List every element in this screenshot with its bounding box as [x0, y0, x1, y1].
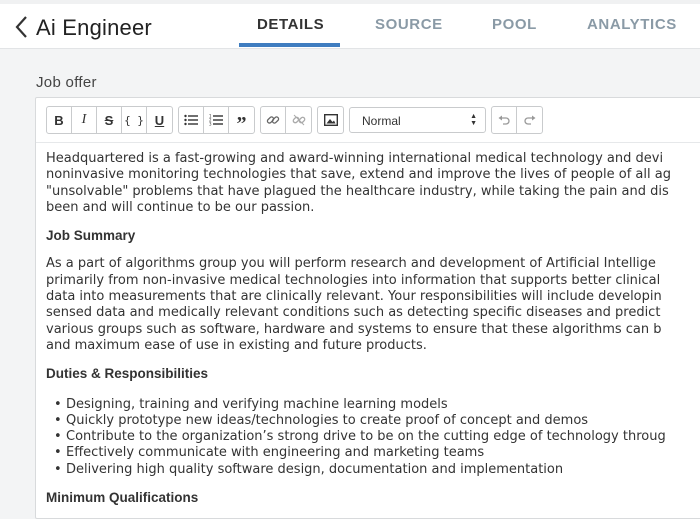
- page-title: Ai Engineer: [36, 15, 152, 40]
- active-tab-indicator: [239, 43, 340, 47]
- tab-details[interactable]: DETAILS: [257, 16, 324, 33]
- intro-line: Headquartered is a fast-growing and awar…: [46, 151, 664, 166]
- svg-text:3: 3: [209, 122, 212, 127]
- toolbar-divider: [36, 142, 700, 143]
- list-item: Quickly prototype new ideas/technologies…: [54, 413, 700, 430]
- job-summary-heading: Job Summary: [46, 228, 136, 244]
- section-label: Job offer: [36, 74, 97, 91]
- list-item: Designing, training and verifying machin…: [54, 397, 700, 414]
- duties-list: Designing, training and verifying machin…: [46, 397, 700, 479]
- tab-source[interactable]: SOURCE: [375, 16, 443, 33]
- summary-line: various groups such as software, hardwar…: [46, 321, 662, 337]
- bold-icon[interactable]: B: [47, 107, 72, 133]
- intro-line: noninvasive monitoring technologies that…: [46, 167, 671, 183]
- select-arrows-icon: ▲ ▼: [470, 113, 477, 127]
- summary-line: data into measurements that are clinical…: [46, 289, 662, 305]
- back-chevron-icon[interactable]: [12, 14, 34, 40]
- italic-icon[interactable]: I: [72, 107, 97, 133]
- bullet-list-icon[interactable]: [179, 107, 204, 133]
- summary-line: sensed data and medically relevant condi…: [46, 305, 661, 321]
- blockquote-icon[interactable]: ”: [229, 107, 254, 135]
- block-format-value: Normal: [362, 114, 401, 128]
- numbered-list-icon[interactable]: 123: [204, 107, 229, 133]
- code-icon[interactable]: { }: [122, 107, 147, 133]
- summary-line: and maximum ease of use in existing and …: [46, 337, 427, 353]
- list-item: Delivering high quality software design,…: [54, 462, 700, 479]
- link-group: [260, 106, 312, 134]
- list-item: Effectively communicate with engineering…: [54, 445, 700, 462]
- history-group: [491, 106, 543, 134]
- tab-analytics[interactable]: ANALYTICS: [587, 16, 677, 33]
- block-format-select[interactable]: Normal ▲ ▼: [349, 107, 486, 133]
- image-icon[interactable]: [318, 107, 343, 133]
- qualifications-heading: Minimum Qualifications: [46, 490, 199, 506]
- intro-line: been and will continue to be our passion…: [46, 199, 315, 215]
- intro-line: "unsolvable" problems that have plagued …: [46, 183, 669, 199]
- block-group: 123 ”: [178, 106, 255, 135]
- summary-line: primarily from non-invasive medical tech…: [46, 272, 661, 288]
- top-bar: Ai Engineer DETAILS SOURCE POOL ANALYTIC…: [0, 0, 700, 49]
- list-item: Contribute to the organization’s strong …: [54, 429, 700, 446]
- underline-icon[interactable]: U: [147, 107, 172, 133]
- media-group: [317, 106, 344, 134]
- text-style-group: B I S { } U: [46, 106, 173, 134]
- rich-text-editor[interactable]: B I S { } U 123 ” Normal ▲ ▼ Headquarter…: [35, 97, 700, 519]
- undo-icon[interactable]: [492, 107, 517, 133]
- unlink-icon[interactable]: [286, 107, 311, 133]
- editor-toolbar: B I S { } U 123 ” Normal ▲ ▼: [46, 106, 548, 135]
- summary-line: As a part of algorithms group you will p…: [46, 256, 656, 272]
- editor-content[interactable]: Headquartered is a fast-growing and awar…: [46, 151, 700, 506]
- duties-heading: Duties & Responsibilities: [46, 366, 209, 382]
- strikethrough-icon[interactable]: S: [97, 107, 122, 133]
- redo-icon[interactable]: [517, 107, 542, 133]
- tab-pool[interactable]: POOL: [492, 16, 537, 33]
- top-stripe: [0, 0, 700, 4]
- link-icon[interactable]: [261, 107, 286, 133]
